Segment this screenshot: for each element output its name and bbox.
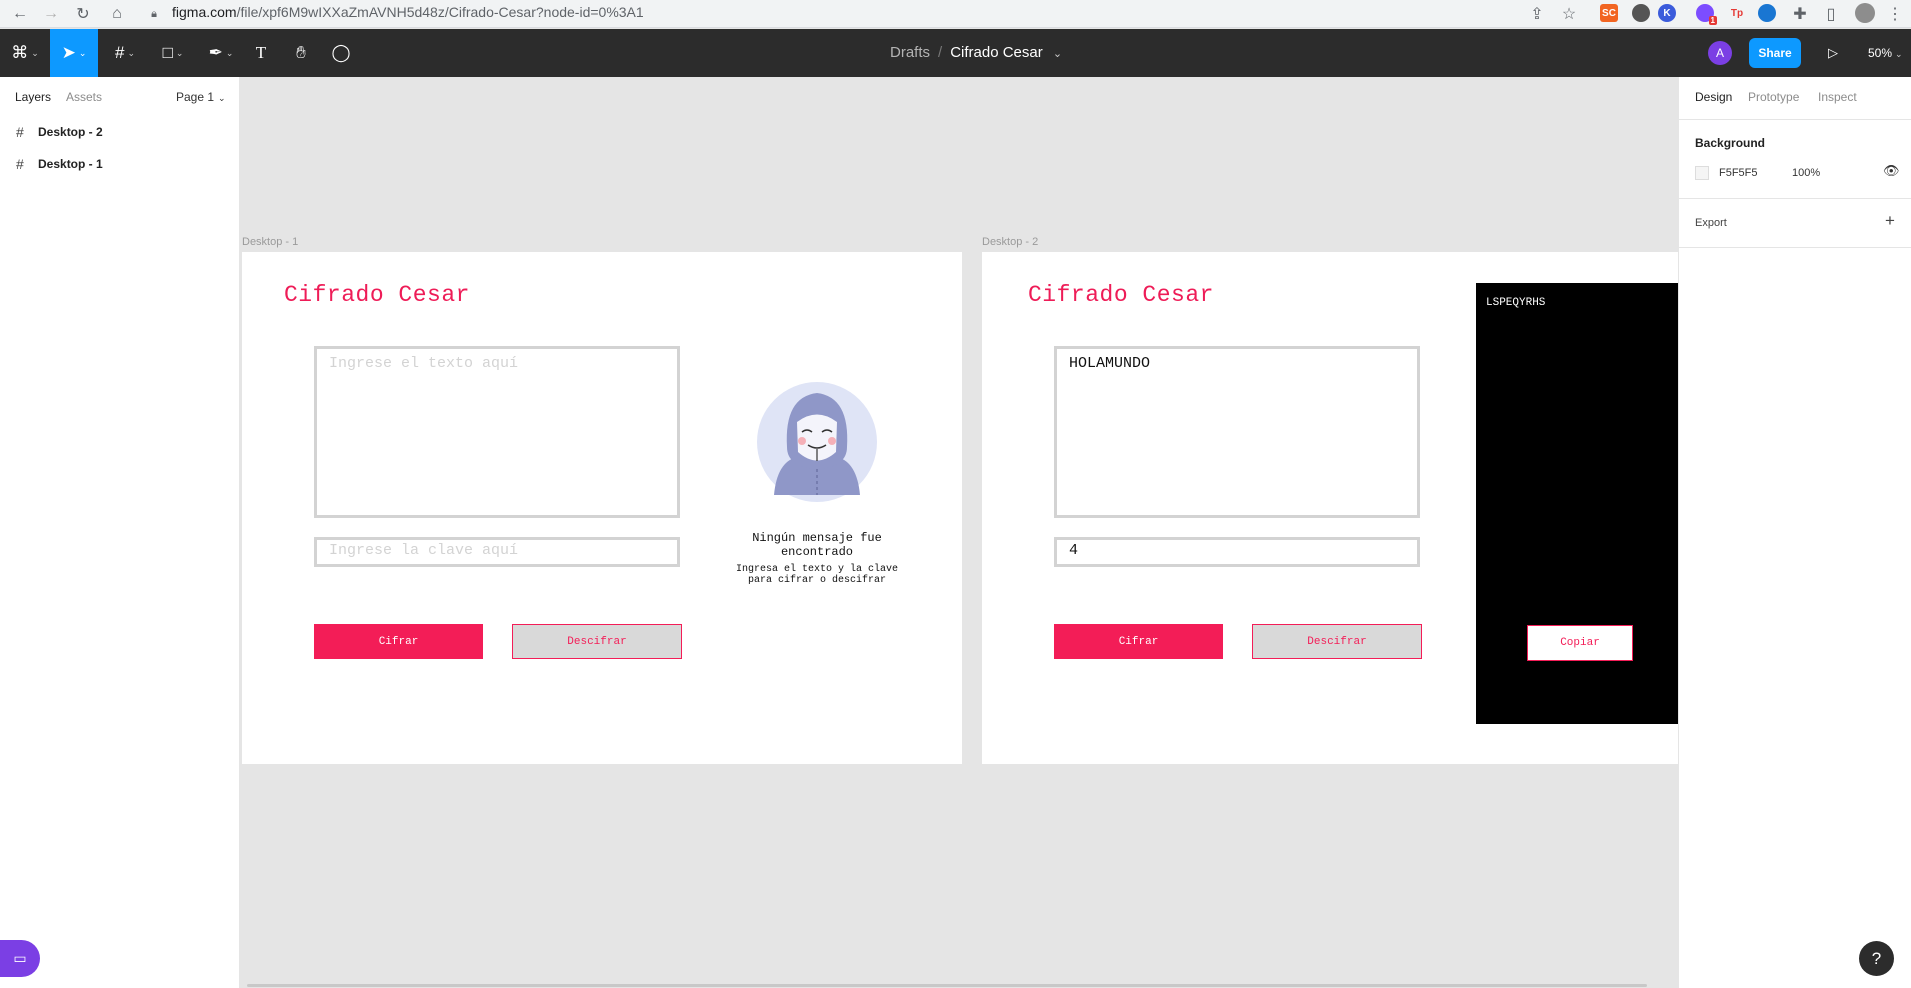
- page-select-label: Page 1: [176, 90, 215, 104]
- zoom-level: 50%: [1868, 46, 1893, 60]
- extension-k-icon[interactable]: K: [1658, 4, 1676, 22]
- visibility-eye-icon[interactable]: 👁︎: [1883, 163, 1900, 179]
- empty-message-subtitle: Ingresa el texto y la clave para cifrar …: [735, 564, 899, 586]
- key-input[interactable]: Ingrese la clave aquí: [314, 537, 680, 567]
- frame-desktop-2[interactable]: Cifrado Cesar HOLAMUNDO 4 Cifrar Descifr…: [982, 252, 1678, 764]
- frame-icon: #: [16, 124, 24, 140]
- frame-tool-icon[interactable]: # ⌄: [104, 29, 146, 77]
- extension-sc-icon[interactable]: SC: [1600, 4, 1618, 22]
- text-input[interactable]: HOLAMUNDO: [1054, 346, 1420, 518]
- extension-snowflake-icon[interactable]: 1: [1696, 4, 1717, 25]
- layer-desktop-2[interactable]: # Desktop - 2: [0, 116, 239, 148]
- profile-avatar-icon[interactable]: [1855, 3, 1875, 23]
- pen-tool-icon[interactable]: ✒ ⌄: [200, 29, 242, 77]
- add-export-icon[interactable]: +: [1885, 211, 1895, 231]
- frame-label-desktop-1[interactable]: Desktop - 1: [242, 236, 298, 248]
- export-section-title: Export: [1695, 217, 1727, 229]
- frame-icon: #: [16, 156, 24, 172]
- bookmark-star-icon[interactable]: ☆: [1558, 3, 1580, 25]
- browser-menu-icon[interactable]: ⋮: [1884, 3, 1906, 25]
- extension-badge: 1: [1708, 16, 1717, 25]
- app-title: Cifrado Cesar: [1028, 282, 1214, 308]
- cifrar-button[interactable]: Cifrar: [314, 624, 483, 659]
- result-text: LSPEQYRHS: [1486, 297, 1546, 309]
- home-icon[interactable]: ⌂: [106, 3, 128, 25]
- empty-message-title: Ningún mensaje fue encontrado: [752, 531, 882, 559]
- user-avatar[interactable]: A: [1708, 41, 1732, 65]
- breadcrumb: Drafts / Cifrado Cesar ⌄: [890, 29, 1062, 77]
- properties-panel: Design Prototype Inspect Background F5F5…: [1678, 77, 1911, 988]
- present-play-icon[interactable]: ▷: [1820, 29, 1846, 77]
- hand-tool-icon[interactable]: ✋︎: [288, 29, 314, 77]
- address-bar[interactable]: figma.com/file/xpf6M9wIXXaZmAVNH5d48z/Ci…: [172, 1, 644, 25]
- layer-label: Desktop - 1: [38, 157, 103, 171]
- reload-icon[interactable]: ↻: [72, 3, 94, 25]
- descifrar-button[interactable]: Descifrar: [512, 624, 682, 659]
- extension-k-label: K: [1663, 7, 1671, 19]
- help-button[interactable]: ?: [1859, 941, 1894, 976]
- zoom-chevron-icon: ⌄: [1895, 49, 1903, 59]
- share-page-icon[interactable]: ⇪: [1526, 3, 1548, 25]
- zoom-control[interactable]: 50% ⌄: [1868, 29, 1903, 77]
- cifrar-button[interactable]: Cifrar: [1054, 624, 1223, 659]
- file-menu-chevron-icon[interactable]: ⌄: [1053, 48, 1062, 60]
- anonymous-hacker-illustration: [757, 382, 877, 502]
- url-path: /file/xpf6M9wIXXaZmAVNH5d48z/Cifrado-Ces…: [236, 4, 644, 20]
- figma-toolbar: ⌘ ⌄ ➤ ⌄ # ⌄ □ ⌄ ✒ ⌄ T ✋︎ ◯ Drafts / Cifrado Ces…: [0, 29, 1911, 77]
- url-host: figma.com: [172, 4, 237, 20]
- lock-icon[interactable]: 🔒︎: [143, 3, 165, 25]
- tab-layers[interactable]: Layers: [15, 90, 51, 104]
- layer-desktop-1[interactable]: # Desktop - 1: [0, 148, 239, 180]
- tab-assets[interactable]: Assets: [66, 90, 102, 104]
- share-button[interactable]: Share: [1749, 38, 1801, 68]
- tab-design[interactable]: Design: [1695, 90, 1732, 104]
- design-canvas[interactable]: Desktop - 1 Cifrado Cesar Ingrese el tex…: [241, 77, 1678, 988]
- horizontal-scrollbar[interactable]: [247, 984, 1647, 987]
- text-tool-icon[interactable]: T: [248, 29, 274, 77]
- extension-tp-label: Tp: [1730, 7, 1744, 19]
- key-input[interactable]: 4: [1054, 537, 1420, 567]
- divider: [1679, 198, 1911, 199]
- divider: [1679, 247, 1911, 248]
- tab-inspect[interactable]: Inspect: [1818, 90, 1857, 104]
- background-color-swatch[interactable]: [1695, 166, 1709, 180]
- extension-tp-icon[interactable]: Tp: [1728, 4, 1746, 22]
- app-title: Cifrado Cesar: [284, 282, 470, 308]
- browser-bar: ← → ↻ ⌂ 🔒︎ figma.com/file/xpf6M9wIXXaZmA…: [0, 0, 1911, 28]
- extension-circle-icon[interactable]: [1632, 4, 1650, 22]
- result-panel: LSPEQYRHS Copiar: [1476, 283, 1678, 724]
- shape-tool-icon[interactable]: □ ⌄: [152, 29, 194, 77]
- move-tool-icon[interactable]: ➤ ⌄: [50, 29, 98, 77]
- extensions-puzzle-icon[interactable]: ✚: [1789, 3, 1811, 25]
- back-icon[interactable]: ←: [9, 3, 31, 25]
- copy-button[interactable]: Copiar: [1527, 625, 1633, 661]
- comment-tool-icon[interactable]: ◯: [328, 29, 354, 77]
- background-section-title: Background: [1695, 136, 1766, 150]
- video-call-icon[interactable]: ▭: [0, 940, 40, 977]
- forward-icon[interactable]: →: [40, 3, 62, 25]
- text-input[interactable]: Ingrese el texto aquí: [314, 346, 680, 518]
- layers-panel: Layers Assets Page 1 ⌄ # Desktop - 2 # De…: [0, 77, 240, 988]
- tab-prototype[interactable]: Prototype: [1748, 90, 1799, 104]
- file-name[interactable]: Cifrado Cesar: [950, 44, 1043, 61]
- breadcrumb-drafts[interactable]: Drafts: [890, 44, 930, 61]
- background-opacity[interactable]: 100%: [1792, 167, 1820, 179]
- extension-sc-label: SC: [1602, 7, 1616, 19]
- background-color-value[interactable]: F5F5F5: [1719, 167, 1758, 179]
- page-select[interactable]: Page 1 ⌄: [176, 90, 226, 104]
- main-menu-icon[interactable]: ⌘ ⌄: [6, 29, 44, 77]
- frame-label-desktop-2[interactable]: Desktop - 2: [982, 236, 1038, 248]
- breadcrumb-separator: /: [938, 44, 943, 61]
- frame-desktop-1[interactable]: Cifrado Cesar Ingrese el texto aquí Ingr…: [242, 252, 962, 764]
- side-panel-icon[interactable]: ▯: [1820, 3, 1842, 25]
- descifrar-button[interactable]: Descifrar: [1252, 624, 1422, 659]
- extension-blue-icon[interactable]: [1758, 4, 1776, 22]
- layer-label: Desktop - 2: [38, 125, 103, 139]
- page-chevron-icon: ⌄: [218, 93, 226, 103]
- divider: [1679, 119, 1911, 120]
